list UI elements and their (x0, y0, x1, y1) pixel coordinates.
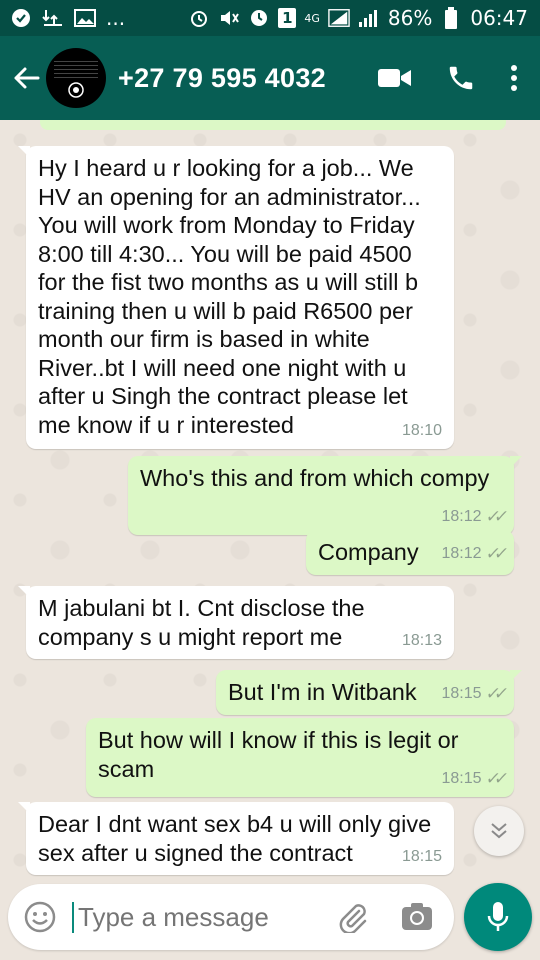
camera-icon (402, 903, 432, 930)
overflow-menu-button[interactable] (510, 64, 518, 92)
message-text: Hy I heard u r looking for a job... We H… (38, 155, 421, 438)
chat-header: +27 79 595 4032 (0, 36, 540, 120)
message-text: Company (318, 539, 419, 565)
back-button[interactable] (6, 36, 46, 120)
message-composer (8, 884, 454, 950)
video-camera-icon (378, 69, 411, 87)
message-text: But how will I know if this is legit or … (98, 727, 459, 782)
network-type: 4G (304, 11, 320, 25)
message-time: 18:15 (401, 847, 442, 865)
message-incoming[interactable]: M jabulani bt I. Cnt disclose the compan… (18, 586, 454, 659)
mute-icon (218, 7, 240, 29)
more-notifications: ... (106, 6, 126, 30)
transfer-icon (42, 7, 64, 29)
signal-bars-icon (358, 7, 380, 29)
message-incoming[interactable]: Dear I dnt want sex b4 u will only give … (18, 802, 454, 875)
battery-percent: 86% (387, 6, 433, 30)
gallery-icon (74, 7, 96, 29)
contact-avatar[interactable] (46, 48, 106, 108)
camera-button[interactable] (400, 900, 434, 934)
scroll-to-bottom-button[interactable] (474, 806, 524, 856)
message-outgoing[interactable]: But I'm in Witbank 18:15 ✓✓ (216, 670, 522, 715)
microphone-icon (487, 902, 509, 931)
message-time: 18:15 (441, 685, 482, 702)
message-time: 18:12 (441, 545, 482, 562)
contact-name[interactable]: +27 79 595 4032 (118, 63, 326, 94)
voice-message-button[interactable] (464, 883, 532, 951)
message-time: 18:13 (401, 631, 442, 649)
message-input[interactable] (72, 901, 318, 933)
sim-icon: 1 (278, 8, 297, 28)
clock-icon (248, 7, 270, 29)
voice-call-button[interactable] (446, 63, 476, 93)
avatar-emblem-icon (68, 82, 84, 98)
delivered-ticks-icon: ✓✓ (483, 684, 504, 703)
message-outgoing[interactable]: Who's this and from which compy 18:12 ✓✓ (128, 456, 522, 535)
message-time: 18:12 (441, 507, 482, 525)
clock-time: 06:47 (470, 6, 528, 30)
message-time: 18:10 (401, 421, 442, 439)
status-bar: ... 1 4G 86% 06:47 (0, 0, 540, 36)
message-outgoing[interactable]: Company 18:12 ✓✓ (306, 530, 514, 575)
battery-icon (440, 7, 462, 29)
app-notification-icon (10, 7, 32, 29)
delivered-ticks-icon: ✓✓ (483, 544, 504, 563)
attach-button[interactable] (336, 900, 370, 934)
double-chevron-down-icon (491, 823, 507, 839)
phone-icon (449, 66, 473, 90)
more-vertical-icon (511, 65, 517, 91)
emoji-icon (24, 901, 56, 933)
message-text: Dear I dnt want sex b4 u will only give … (38, 811, 432, 866)
video-call-button[interactable] (378, 67, 412, 89)
alarm-icon (188, 7, 210, 29)
message-outgoing[interactable]: But how will I know if this is legit or … (86, 718, 514, 797)
delivered-ticks-icon: ✓✓ (483, 768, 504, 788)
emoji-button[interactable] (22, 899, 58, 935)
previous-message-edge (40, 120, 506, 130)
conversation[interactable]: Hy I heard u r looking for a job... We H… (0, 120, 540, 880)
message-text: Who's this and from which compy (140, 465, 490, 491)
back-arrow-icon (14, 67, 40, 89)
signal-icon (328, 7, 350, 29)
paperclip-icon (339, 904, 367, 933)
message-incoming[interactable]: Hy I heard u r looking for a job... We H… (18, 146, 454, 449)
message-time: 18:15 (441, 769, 482, 787)
delivered-ticks-icon: ✓✓ (483, 506, 504, 526)
message-text: M jabulani bt I. Cnt disclose the compan… (38, 595, 365, 650)
message-text: But I'm in Witbank (228, 679, 417, 705)
